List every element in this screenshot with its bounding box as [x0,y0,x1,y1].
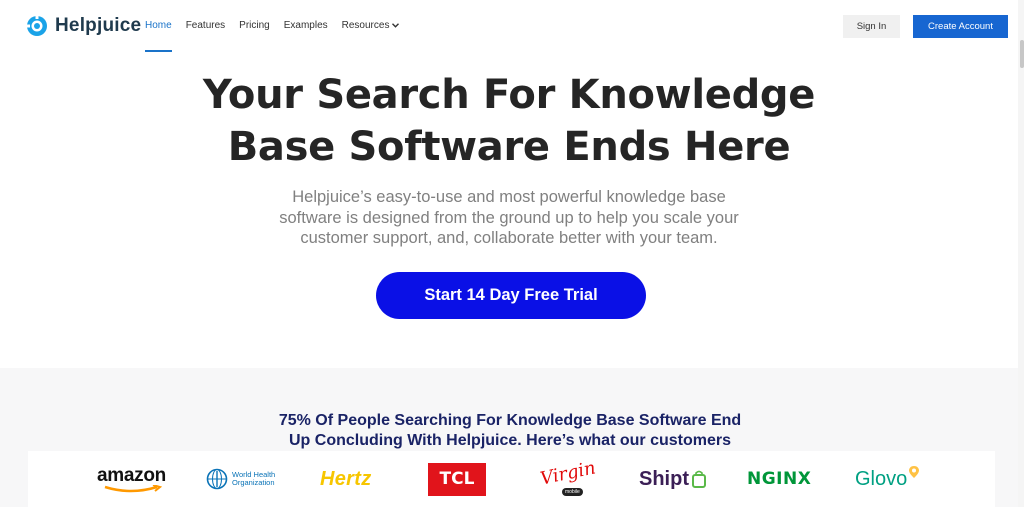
create-account-button[interactable]: Create Account [913,15,1008,38]
glovo-logo: Glovo [855,451,920,507]
virgin-logo-text: Virgin [538,457,598,490]
start-free-trial-button[interactable]: Start 14 Day Free Trial [376,272,646,319]
hero-title-line-2: Base Software Ends Here [227,124,791,170]
nav-home[interactable]: Home [145,20,172,52]
sign-in-button[interactable]: Sign In [843,15,900,38]
customer-logos-strip: amazon World Health Organization Hertz T… [28,451,995,507]
customers-heading: 75% Of People Searching For Knowledge Ba… [260,411,760,451]
tcl-logo: TCL [428,451,486,507]
shipt-bag-icon [692,470,706,488]
hero-subtitle-line-2: software is designed from the ground up … [279,208,739,227]
amazon-logo-text: amazon [97,465,166,486]
chevron-down-icon [392,23,400,28]
hero-subtitle: Helpjuice’s easy-to-use and most powerfu… [262,187,756,249]
virgin-mobile-badge: mobile [562,488,583,496]
brand-name: Helpjuice [55,15,142,36]
who-logo-line-2: Organization [232,478,275,487]
tcl-logo-text: TCL [439,469,475,489]
nav-resources-label: Resources [341,20,390,31]
helpjuice-logo-icon [26,15,47,36]
virgin-mobile-logo: Virgin mobile [538,451,597,507]
page-scrollbar[interactable] [1018,0,1024,507]
main-menu: Home Features Pricing Examples Resources [145,20,413,52]
hertz-logo: Hertz [320,451,372,507]
top-navbar: Helpjuice Home Features Pricing Examples… [0,0,1024,54]
nav-pricing[interactable]: Pricing [239,20,270,31]
shipt-logo-text: Shipt [639,467,689,490]
nginx-logo: NGINX [747,451,811,507]
hero-subtitle-line-1: Helpjuice’s easy-to-use and most powerfu… [292,188,726,206]
glovo-pin-icon [909,466,920,478]
nginx-logo-text: NGINX [747,469,812,489]
customers-heading-line-1: 75% Of People Searching For Knowledge Ba… [278,412,742,429]
nav-features[interactable]: Features [186,20,225,31]
amazon-logo: amazon [97,451,169,507]
amazon-smile-icon [104,485,163,493]
customers-heading-line-2: Up Concluding With Helpjuice. Here’s wha… [289,432,731,449]
nav-resources[interactable]: Resources [342,20,400,31]
who-logo: World Health Organization [206,451,275,507]
hero-title-line-1: Your Search For Knowledge [202,72,816,118]
glovo-logo-text: Glovo [855,467,908,490]
nav-examples[interactable]: Examples [284,20,328,31]
brand-logo-link[interactable]: Helpjuice [26,15,141,37]
hertz-logo-text: Hertz [320,467,372,490]
shipt-logo: Shipt [639,451,707,507]
scrollbar-thumb[interactable] [1020,40,1024,68]
hero-title: Your Search For Knowledge Base Software … [0,69,1018,173]
hero-subtitle-line-3: customer support, and, collaborate bette… [300,229,718,247]
who-emblem-icon [206,468,228,490]
